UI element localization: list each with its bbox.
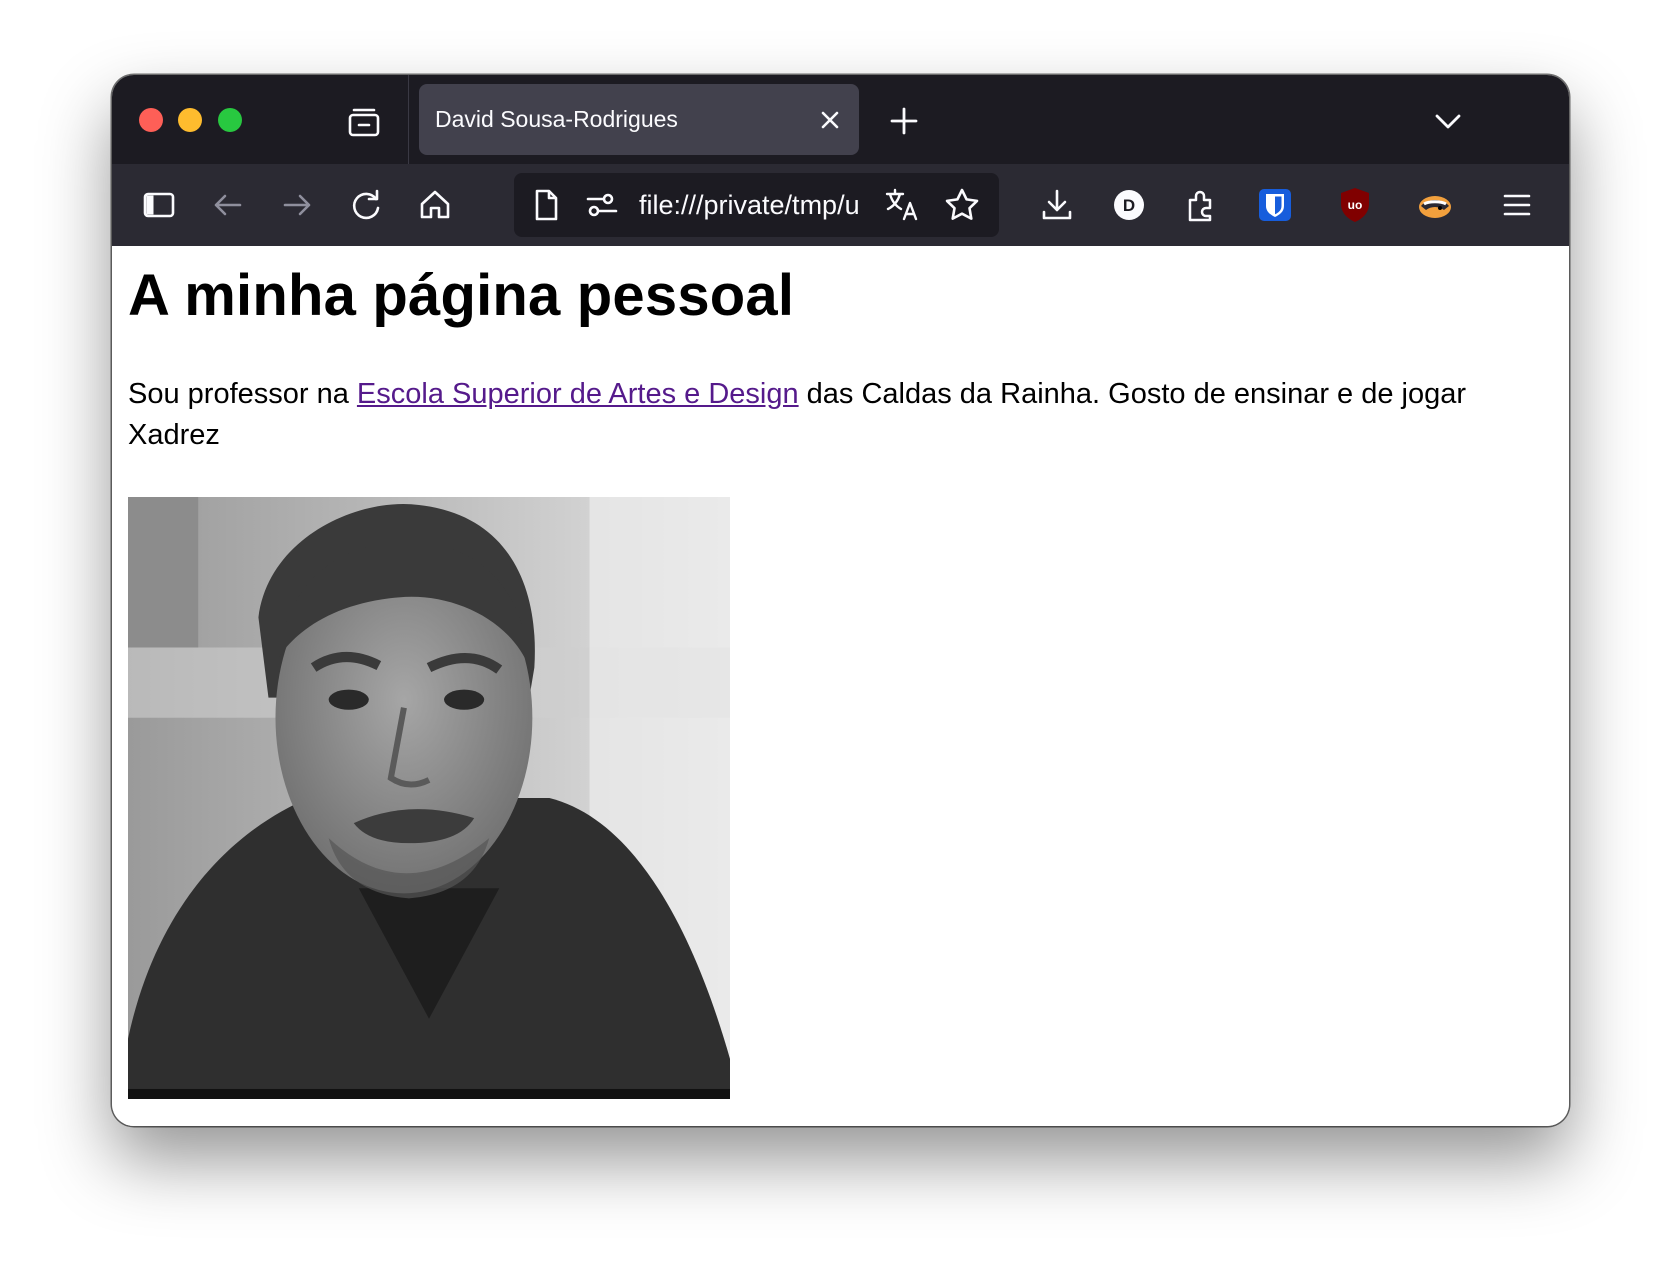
- minimize-window-button[interactable]: [178, 108, 202, 132]
- tab-overview-icon[interactable]: [344, 101, 384, 141]
- tab-divider: [408, 75, 409, 164]
- new-tab-plus-icon[interactable]: [886, 103, 922, 139]
- url-bar[interactable]: file:///private/tmp/u: [514, 173, 999, 237]
- back-arrow-icon[interactable]: [207, 184, 249, 226]
- page-document-icon: [526, 185, 566, 225]
- bookmark-star-icon[interactable]: [942, 185, 982, 225]
- close-window-button[interactable]: [139, 108, 163, 132]
- site-permissions-icon[interactable]: [582, 185, 622, 225]
- browser-window: David Sousa-Rodrigues file:///private/tm…: [112, 75, 1569, 1126]
- close-tab-icon[interactable]: [813, 103, 847, 137]
- navigation-toolbar: file:///private/tmp/u D uo: [112, 164, 1569, 246]
- tab-bar: David Sousa-Rodrigues: [112, 75, 1569, 164]
- tab-title: David Sousa-Rodrigues: [435, 106, 678, 132]
- svg-text:uo: uo: [1348, 198, 1363, 212]
- intro-paragraph: Sou professor na Escola Superior de Arte…: [128, 374, 1528, 456]
- tab-list-chevron-down-icon[interactable]: [1430, 103, 1466, 139]
- page-content: A minha página pessoal Sou professor na …: [112, 246, 1569, 1126]
- download-icon[interactable]: [1036, 184, 1078, 226]
- home-icon[interactable]: [414, 184, 456, 226]
- url-text[interactable]: file:///private/tmp/u: [639, 173, 879, 237]
- portrait-photo: [128, 497, 730, 1099]
- ublock-origin-icon[interactable]: uo: [1334, 184, 1376, 226]
- privacy-badger-icon[interactable]: [1414, 184, 1456, 226]
- reload-icon[interactable]: [345, 184, 387, 226]
- forward-arrow-icon[interactable]: [276, 184, 318, 226]
- bitwarden-icon[interactable]: [1254, 184, 1296, 226]
- tab-active[interactable]: David Sousa-Rodrigues: [419, 84, 859, 155]
- svg-text:D: D: [1123, 196, 1135, 215]
- page-heading: A minha página pessoal: [128, 263, 795, 328]
- extension-d-icon[interactable]: D: [1108, 184, 1150, 226]
- menu-hamburger-icon[interactable]: [1496, 184, 1538, 226]
- translate-icon[interactable]: [882, 185, 922, 225]
- school-link[interactable]: Escola Superior de Artes e Design: [357, 378, 799, 410]
- sidebar-icon[interactable]: [138, 184, 180, 226]
- zoom-window-button[interactable]: [218, 108, 242, 132]
- paragraph-text-before-link: Sou professor na: [128, 378, 357, 410]
- extensions-puzzle-icon[interactable]: [1180, 184, 1222, 226]
